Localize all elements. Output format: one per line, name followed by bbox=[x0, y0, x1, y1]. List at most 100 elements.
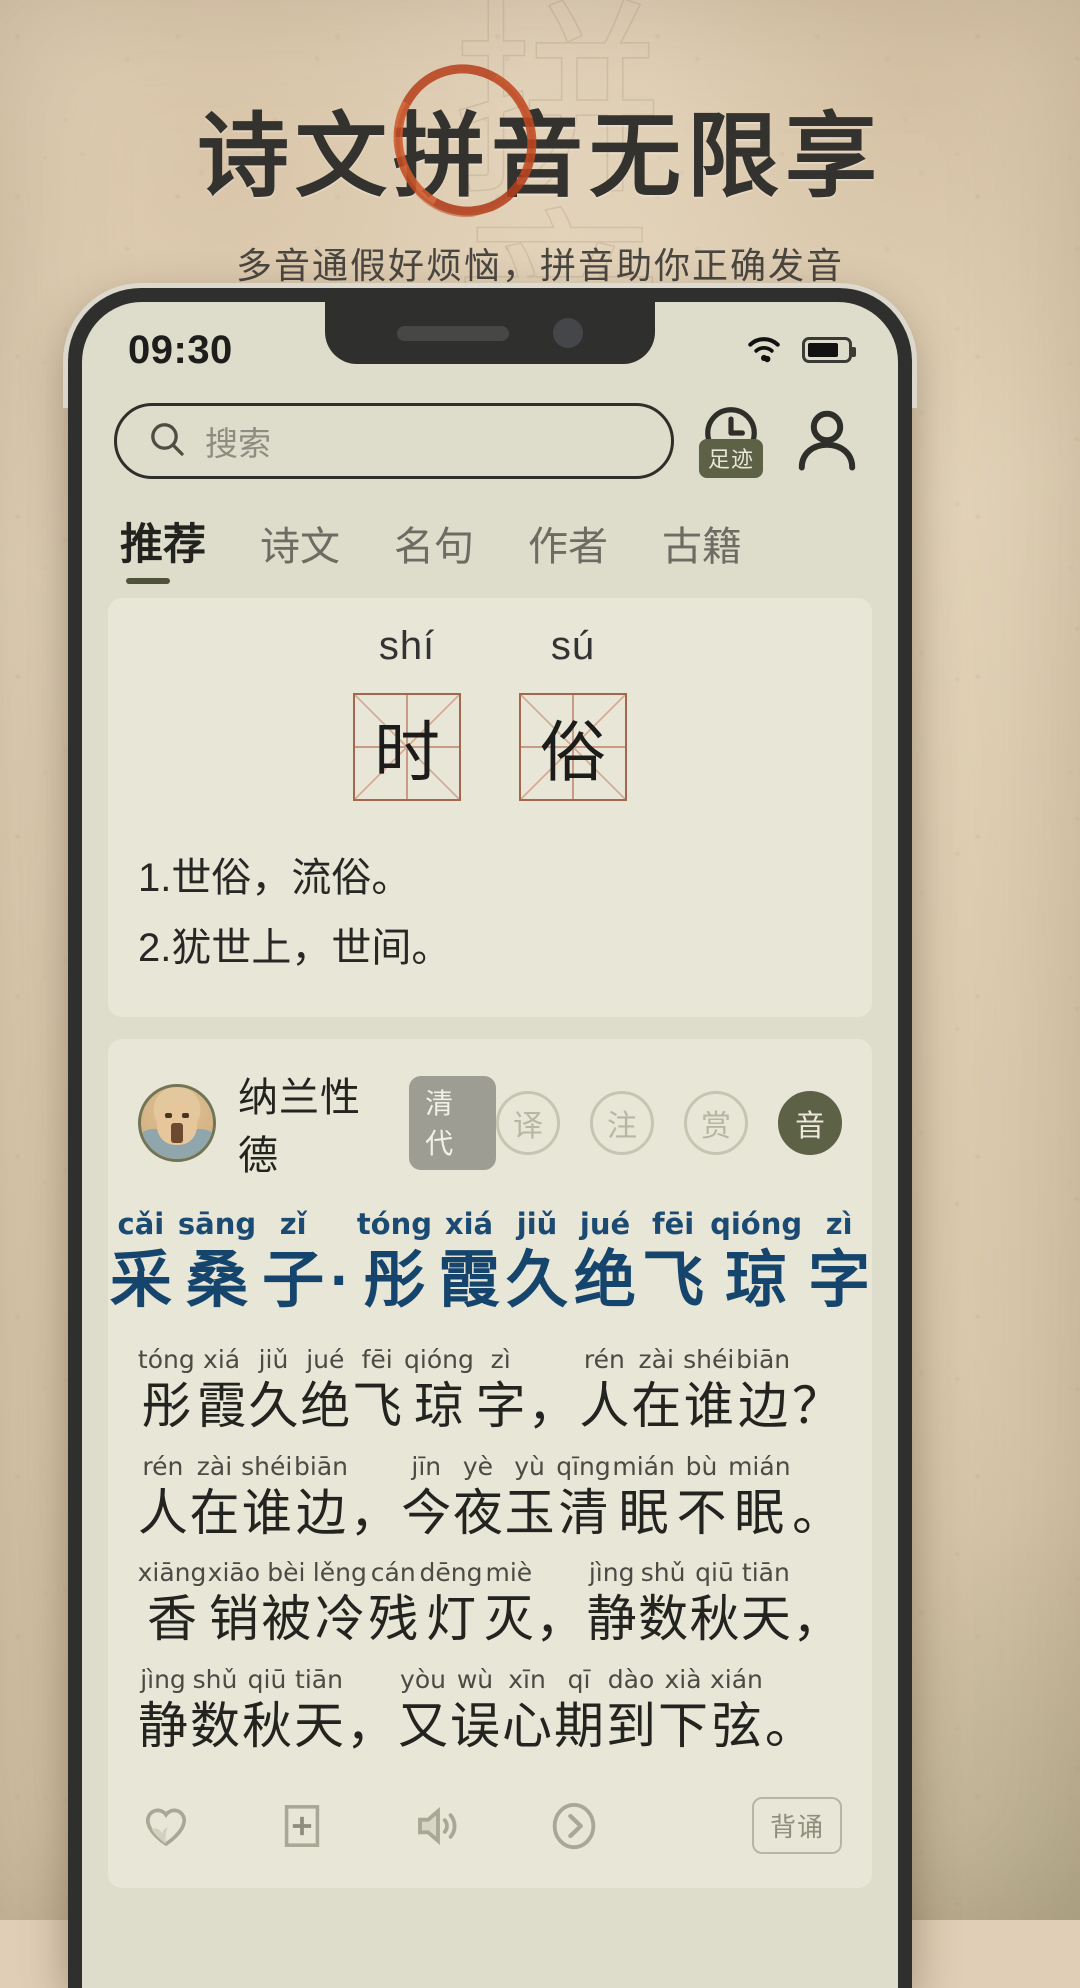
ruby-pinyin: miè bbox=[485, 1558, 533, 1588]
ruby-token: qīng 清 bbox=[556, 1452, 611, 1545]
ruby-hanzi: 今 bbox=[401, 1484, 452, 1541]
phone-screen: 09:30 搜索 足迹 推荐 诗文 名句 作者 古籍 shí 时 sú 俗 1.… bbox=[82, 302, 898, 1988]
ruby-hanzi: 琼 bbox=[413, 1378, 464, 1435]
ruby-token: zì 字 bbox=[476, 1345, 526, 1438]
ruby-pinyin: xián bbox=[710, 1664, 763, 1694]
highlighted-char: 音 bbox=[490, 106, 589, 208]
ruby-hanzi: 人 bbox=[579, 1378, 630, 1435]
ruby-token: qióng 琼 bbox=[404, 1345, 474, 1438]
search-placeholder: 搜索 bbox=[205, 425, 271, 462]
ruby-pinyin: jiǔ bbox=[516, 1207, 558, 1241]
ruby-token: yòu 又 bbox=[398, 1665, 448, 1758]
add-to-collection-button[interactable] bbox=[274, 1798, 330, 1854]
ruby-pinyin bbox=[371, 1452, 379, 1482]
poem-author[interactable]: 纳兰性德 bbox=[238, 1065, 393, 1181]
history-button[interactable]: 足迹 bbox=[692, 402, 770, 480]
ruby-pinyin: qióng bbox=[710, 1207, 803, 1241]
poem-line: tóng 彤 xiá 霞 jiǔ 久 jué 绝 fēi 飞 qióng 琼 zì 字 ， rén 人 zài 在… bbox=[138, 1345, 842, 1438]
poem-title[interactable]: cǎi 采 sāng 桑 zǐ 子 · tóng 彤 xiá 霞 jiǔ 久 jué 绝 fēi 飞 qióng… bbox=[110, 1207, 870, 1319]
poem-action-bar: 背诵 bbox=[138, 1787, 842, 1855]
ruby-token: jiǔ 久 bbox=[506, 1207, 568, 1319]
tab-authors[interactable]: 作者 bbox=[528, 514, 608, 584]
ruby-pinyin: dào bbox=[607, 1664, 655, 1694]
word-char: 俗 bbox=[540, 714, 606, 791]
recite-button[interactable]: 背诵 bbox=[751, 1797, 842, 1855]
ruby-token: jìng 静 bbox=[138, 1665, 188, 1758]
like-button[interactable] bbox=[138, 1798, 194, 1854]
ruby-hanzi: 玉 bbox=[504, 1484, 555, 1541]
ruby-hanzi: 字 bbox=[808, 1245, 871, 1315]
ruby-token: zài 在 bbox=[189, 1452, 239, 1545]
speaker-icon[interactable] bbox=[410, 1798, 466, 1854]
ruby-token: shǔ 数 bbox=[638, 1558, 688, 1651]
seal-appreciation-button[interactable]: 赏 bbox=[684, 1091, 748, 1155]
ruby-hanzi: 到 bbox=[606, 1697, 656, 1754]
ruby-token: ， bbox=[350, 1452, 400, 1545]
seal-annotation-button[interactable]: 注 bbox=[590, 1091, 654, 1155]
status-icons bbox=[742, 332, 856, 369]
ruby-token: 。 bbox=[792, 1452, 842, 1545]
seal-pinyin-button[interactable]: 音 bbox=[778, 1091, 842, 1155]
ruby-hanzi: 夜 bbox=[452, 1484, 503, 1541]
ruby-hanzi: 子 bbox=[262, 1245, 325, 1315]
ruby-token: wù 误 bbox=[450, 1665, 500, 1758]
definition-item: 2.犹世上，世间。 bbox=[138, 926, 452, 970]
ruby-hanzi: 下 bbox=[658, 1697, 708, 1754]
ruby-hanzi: 。 bbox=[792, 1484, 843, 1541]
ruby-hanzi: 被 bbox=[261, 1591, 312, 1648]
ruby-hanzi: 心 bbox=[502, 1697, 552, 1754]
tab-ancient-books[interactable]: 古籍 bbox=[662, 514, 742, 584]
ruby-token: mián 眠 bbox=[728, 1452, 790, 1545]
ruby-hanzi: 霞 bbox=[196, 1378, 247, 1435]
ruby-hanzi: 不 bbox=[676, 1484, 727, 1541]
ruby-token: miè 灭 bbox=[484, 1558, 534, 1651]
ruby-token: dēng 灯 bbox=[420, 1558, 483, 1651]
ruby-hanzi: ， bbox=[527, 1378, 578, 1435]
ruby-hanzi: 飞 bbox=[642, 1245, 705, 1315]
tianzige-cell: 时 bbox=[353, 693, 461, 801]
ruby-pinyin bbox=[786, 1665, 794, 1695]
battery-icon bbox=[802, 337, 856, 363]
ruby-token: tóng 彤 bbox=[357, 1207, 432, 1319]
poem-line: jìng 静 shǔ 数 qiū 秋 tiān 天 ， yòu 又 wù 误 xīn 心 qī 期 dào 到 xi… bbox=[138, 1665, 842, 1758]
search-input[interactable]: 搜索 bbox=[114, 403, 674, 479]
tab-poems[interactable]: 诗文 bbox=[260, 514, 340, 584]
ruby-pinyin: qiū bbox=[695, 1558, 734, 1588]
ruby-hanzi: ， bbox=[349, 1484, 400, 1541]
ruby-hanzi: 琼 bbox=[725, 1245, 788, 1315]
ruby-pinyin bbox=[813, 1345, 821, 1375]
ruby-token: ， bbox=[535, 1558, 585, 1651]
ruby-pinyin: qióng bbox=[404, 1345, 474, 1375]
ruby-hanzi: 静 bbox=[586, 1591, 637, 1648]
poem-line: xiāng 香 xiāo 销 bèi 被 lěng 冷 cán 残 dēng 灯 miè 灭 ， jìng 静… bbox=[138, 1558, 843, 1651]
ruby-hanzi: 飞 bbox=[352, 1378, 403, 1435]
ruby-token: zì 字 bbox=[808, 1207, 870, 1319]
ruby-hanzi: 天 bbox=[740, 1591, 791, 1648]
next-button[interactable] bbox=[546, 1798, 602, 1854]
ruby-hanzi: 谁 bbox=[683, 1378, 734, 1435]
earpiece-speaker bbox=[397, 325, 509, 341]
ruby-token: xīn 心 bbox=[502, 1665, 552, 1758]
definition-item: 1.世俗，流俗。 bbox=[138, 856, 412, 900]
ruby-token: dào 到 bbox=[606, 1665, 656, 1758]
ruby-pinyin: xiá bbox=[444, 1207, 494, 1241]
poem-card[interactable]: 纳兰性德 清代 译 注 赏 音 cǎi 采 sāng 桑 zǐ 子 · tóng 彤 xiá 霞 j… bbox=[108, 1039, 872, 1889]
ruby-pinyin bbox=[813, 1452, 821, 1482]
phone-frame: 09:30 搜索 足迹 推荐 诗文 名句 作者 古籍 shí 时 sú 俗 1.… bbox=[63, 283, 917, 1988]
ruby-hanzi: 采 bbox=[109, 1245, 172, 1315]
avatar[interactable] bbox=[138, 1084, 216, 1162]
ruby-hanzi: 桑 bbox=[186, 1245, 249, 1315]
tab-famous-lines[interactable]: 名句 bbox=[394, 514, 474, 584]
ruby-hanzi: 字 bbox=[475, 1378, 526, 1435]
seal-translate-button[interactable]: 译 bbox=[496, 1091, 560, 1155]
word-card[interactable]: shí 时 sú 俗 1.世俗，流俗。 2.犹世上，世间。 bbox=[108, 598, 872, 1017]
ruby-pinyin: zì bbox=[490, 1345, 511, 1375]
ruby-token: bèi 被 bbox=[261, 1558, 312, 1651]
tab-recommend[interactable]: 推荐 bbox=[120, 510, 206, 584]
ruby-hanzi: 静 bbox=[138, 1697, 188, 1754]
ruby-token: tiān 天 bbox=[740, 1558, 791, 1651]
profile-button[interactable] bbox=[788, 402, 866, 480]
ruby-pinyin: tiān bbox=[295, 1664, 343, 1694]
ruby-token: rén 人 bbox=[138, 1452, 188, 1545]
ruby-hanzi: ， bbox=[346, 1697, 396, 1754]
